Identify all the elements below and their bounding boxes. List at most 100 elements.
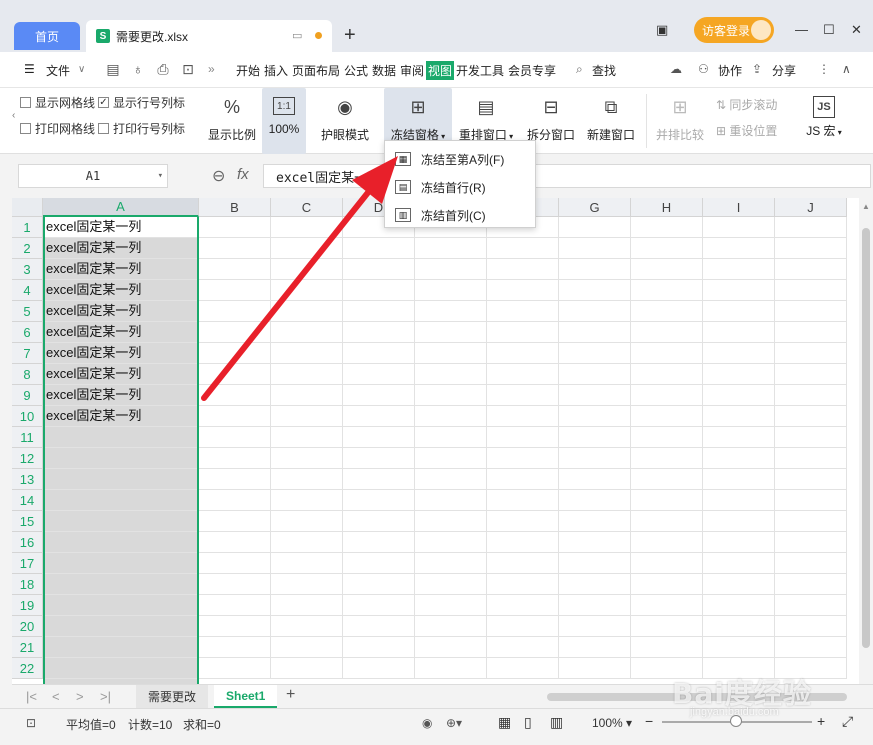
table-cell[interactable] [775, 553, 847, 574]
table-cell[interactable] [775, 217, 847, 238]
table-cell[interactable] [775, 574, 847, 595]
table-cell[interactable] [271, 427, 343, 448]
table-cell[interactable] [559, 574, 631, 595]
row-header[interactable]: 9 [12, 385, 43, 406]
search-icon[interactable]: ⌕ [576, 62, 583, 77]
table-cell[interactable] [703, 490, 775, 511]
table-cell[interactable] [631, 469, 703, 490]
freeze-to-column-a-item[interactable]: ▦ 冻结至第A列(F) [385, 145, 535, 173]
table-cell[interactable] [415, 532, 487, 553]
close-icon[interactable]: ✕ [851, 22, 862, 38]
table-cell[interactable] [703, 553, 775, 574]
table-cell[interactable] [199, 406, 271, 427]
zoom-ratio-button[interactable]: % 显示比例 [206, 88, 258, 154]
more-icon[interactable]: » [208, 62, 215, 76]
table-cell[interactable] [487, 469, 559, 490]
table-cell[interactable] [559, 217, 631, 238]
table-cell[interactable] [487, 322, 559, 343]
table-cell[interactable] [343, 238, 415, 259]
add-sheet-icon[interactable]: + [286, 686, 295, 704]
table-cell[interactable]: excel固定某一列 [43, 406, 199, 427]
table-cell[interactable] [559, 364, 631, 385]
table-cell[interactable] [199, 616, 271, 637]
table-cell[interactable] [199, 322, 271, 343]
tab-data[interactable]: 数据 [372, 62, 396, 79]
monitor-icon[interactable]: ▭ [292, 29, 302, 42]
table-cell[interactable] [559, 427, 631, 448]
table-cell[interactable] [343, 511, 415, 532]
table-cell[interactable] [343, 553, 415, 574]
normal-view-icon[interactable]: ▦ [498, 714, 511, 731]
table-cell[interactable] [271, 322, 343, 343]
table-cell[interactable] [703, 448, 775, 469]
file-tab[interactable]: S 需要更改.xlsx ▭ [86, 20, 332, 52]
table-cell[interactable] [631, 490, 703, 511]
checkbox-box[interactable] [20, 123, 31, 134]
table-cell[interactable] [487, 637, 559, 658]
table-cell[interactable] [487, 343, 559, 364]
table-cell[interactable] [559, 658, 631, 679]
table-cell[interactable] [271, 658, 343, 679]
table-cell[interactable] [487, 448, 559, 469]
table-cell[interactable] [271, 385, 343, 406]
collab-button[interactable]: 协作 [718, 62, 742, 79]
table-cell[interactable] [631, 343, 703, 364]
table-cell[interactable]: excel固定某一列 [43, 364, 199, 385]
zoom-value[interactable]: 100% ▾ [592, 716, 632, 730]
table-cell[interactable] [775, 259, 847, 280]
table-cell[interactable] [199, 259, 271, 280]
table-cell[interactable] [199, 238, 271, 259]
row-header[interactable]: 1 [12, 217, 43, 238]
table-cell[interactable] [559, 343, 631, 364]
table-cell[interactable] [199, 574, 271, 595]
visitor-login-button[interactable]: 访客登录 [694, 17, 774, 43]
table-cell[interactable] [559, 301, 631, 322]
row-header[interactable]: 17 [12, 553, 43, 574]
print-headers-checkbox[interactable]: 打印行号列标 [98, 120, 185, 137]
table-cell[interactable] [415, 343, 487, 364]
table-cell[interactable] [775, 364, 847, 385]
table-cell[interactable] [487, 490, 559, 511]
table-cell[interactable] [775, 490, 847, 511]
table-cell[interactable] [415, 511, 487, 532]
table-cell[interactable] [43, 574, 199, 595]
table-cell[interactable] [487, 385, 559, 406]
last-sheet-icon[interactable]: >| [100, 689, 111, 704]
table-cell[interactable] [775, 301, 847, 322]
hamburger-icon[interactable]: ☰ [24, 62, 35, 76]
table-cell[interactable] [487, 553, 559, 574]
table-cell[interactable] [559, 637, 631, 658]
sheet-tab-sheet1[interactable]: Sheet1 [214, 685, 278, 708]
table-cell[interactable] [775, 343, 847, 364]
table-cell[interactable] [487, 301, 559, 322]
table-cell[interactable] [703, 532, 775, 553]
format-painter-icon[interactable]: ♁ [130, 61, 146, 77]
table-cell[interactable] [775, 448, 847, 469]
table-cell[interactable] [415, 259, 487, 280]
table-cell[interactable] [775, 385, 847, 406]
new-window-button[interactable]: ⧉ 新建窗口 [584, 88, 638, 154]
table-cell[interactable] [415, 574, 487, 595]
prev-sheet-icon[interactable]: < [52, 689, 60, 704]
table-cell[interactable] [487, 658, 559, 679]
table-cell[interactable] [703, 469, 775, 490]
new-tab-button[interactable]: + [344, 24, 356, 47]
table-cell[interactable] [559, 238, 631, 259]
table-cell[interactable] [559, 259, 631, 280]
checkbox-box-checked[interactable]: ✓ [98, 97, 109, 108]
table-cell[interactable] [703, 364, 775, 385]
table-cell[interactable] [199, 595, 271, 616]
table-cell[interactable] [415, 616, 487, 637]
table-cell[interactable] [703, 511, 775, 532]
table-cell[interactable] [703, 385, 775, 406]
table-cell[interactable] [43, 490, 199, 511]
table-cell[interactable] [199, 469, 271, 490]
vertical-scrollbar[interactable]: ▲ [859, 198, 873, 684]
scroll-thumb[interactable] [862, 228, 870, 648]
table-cell[interactable] [43, 616, 199, 637]
column-header-g[interactable]: G [559, 198, 631, 217]
table-cell[interactable] [271, 490, 343, 511]
table-cell[interactable] [199, 343, 271, 364]
table-cell[interactable] [559, 532, 631, 553]
row-header[interactable]: 4 [12, 280, 43, 301]
